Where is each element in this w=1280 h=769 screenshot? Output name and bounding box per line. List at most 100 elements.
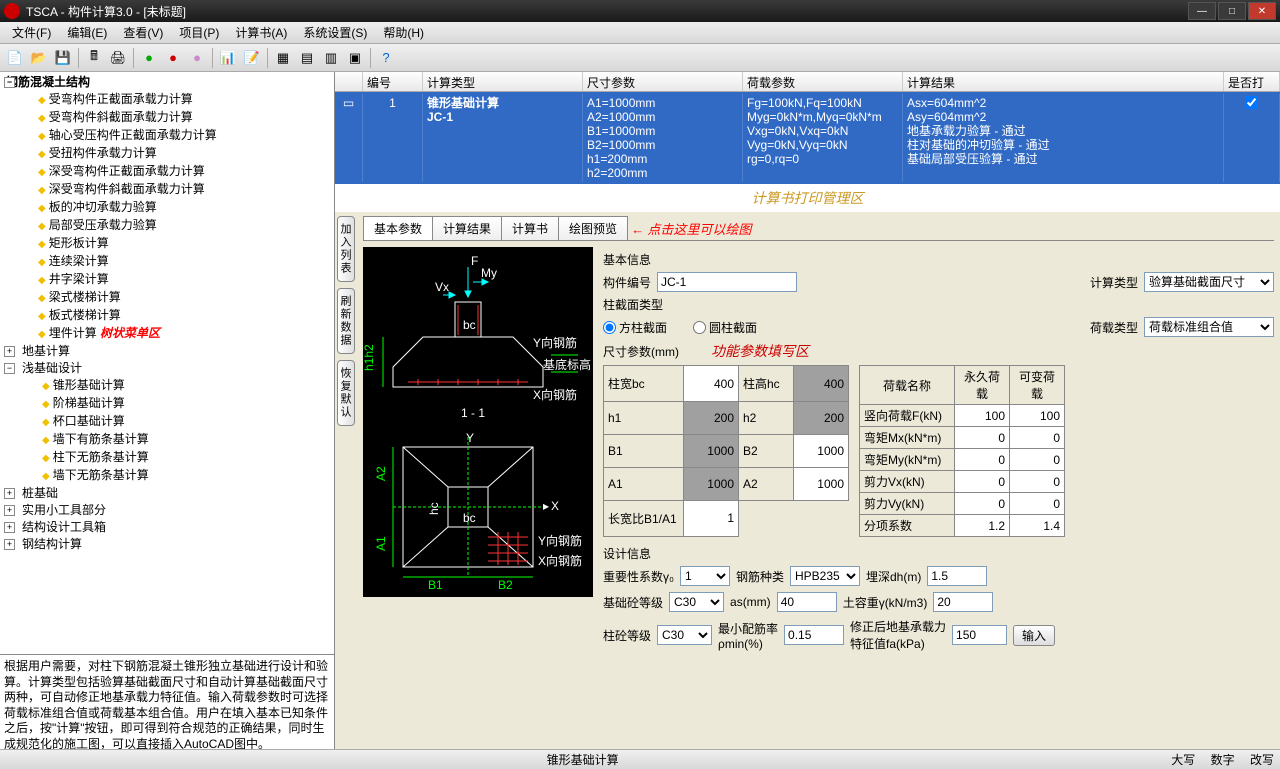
tb-excel[interactable]: 📊 <box>217 47 239 69</box>
tree-item[interactable]: 受弯构件斜截面承载力计算 <box>2 109 332 127</box>
menu-settings[interactable]: 系统设置(S) <box>295 22 375 43</box>
tree-item[interactable]: 梁式楼梯计算 <box>2 289 332 307</box>
row-print-check[interactable] <box>1245 96 1258 109</box>
found-conc-select[interactable]: C30 <box>669 592 724 612</box>
tb-print[interactable]: 🖨 <box>107 47 129 69</box>
size-params-title: 尺寸参数(mm) <box>603 343 679 360</box>
tree-group[interactable]: 地基计算 <box>2 343 332 360</box>
tree-group[interactable]: 浅基础设计 <box>2 360 332 377</box>
tree-item[interactable]: 受弯构件正截面承载力计算 <box>2 91 332 109</box>
menu-file[interactable]: 文件(F) <box>4 22 59 43</box>
minimize-button[interactable]: — <box>1188 2 1216 20</box>
tab-basic-params[interactable]: 基本参数 <box>363 216 433 240</box>
tb-pink[interactable]: ● <box>186 47 208 69</box>
diagram-preview: F My Vx bc h1h2 Y向钢筋 基底标高 X向钢筋 1 - 1 <box>363 247 593 597</box>
tree-item[interactable]: 深受弯构件斜截面承载力计算 <box>2 181 332 199</box>
svg-text:X向钢筋: X向钢筋 <box>538 553 582 568</box>
tree-item[interactable]: 矩形板计算 <box>2 235 332 253</box>
tree-item[interactable]: 埋件计算 树状菜单区 <box>2 325 332 343</box>
tree-item[interactable]: 柱下无筋条基计算 <box>2 449 332 467</box>
tb-layout2[interactable]: ▤ <box>296 47 318 69</box>
menu-project[interactable]: 项目(P) <box>171 22 227 43</box>
radio-round-col[interactable] <box>693 321 706 334</box>
tree-item[interactable]: 轴心受压构件正截面承载力计算 <box>2 127 332 145</box>
tb-layout1[interactable]: ▦ <box>272 47 294 69</box>
tab-calc-book[interactable]: 计算书 <box>501 216 559 240</box>
vbtn-add-to-list[interactable]: 加入列表 <box>337 216 355 282</box>
tree-group[interactable]: 桩基础 <box>2 485 332 502</box>
svg-text:B1: B1 <box>428 578 443 592</box>
menu-help[interactable]: 帮助(H) <box>375 22 432 43</box>
tree-item[interactable]: 连续梁计算 <box>2 253 332 271</box>
tree-item[interactable]: 墙下无筋条基计算 <box>2 467 332 485</box>
rebar-type-select[interactable]: HPB235 <box>790 566 860 586</box>
tree-item[interactable]: 井字梁计算 <box>2 271 332 289</box>
tree-group[interactable]: 结构设计工具箱 <box>2 519 332 536</box>
tb-red[interactable]: ● <box>162 47 184 69</box>
tree-item[interactable]: 杯口基础计算 <box>2 413 332 431</box>
tree-item[interactable]: 锥形基础计算 <box>2 377 332 395</box>
tb-layout4[interactable]: ▣ <box>344 47 366 69</box>
menu-edit[interactable]: 编辑(E) <box>59 22 115 43</box>
input-button[interactable]: 输入 <box>1013 625 1055 646</box>
tb-word[interactable]: 📝 <box>241 47 263 69</box>
svg-text:F: F <box>471 254 478 268</box>
load-type-label: 荷载类型 <box>1090 319 1138 336</box>
app-icon <box>4 3 20 19</box>
depth-input[interactable] <box>927 566 987 586</box>
tree-root-node[interactable]: 钢筋混凝土结构 <box>2 74 332 91</box>
close-button[interactable]: ✕ <box>1248 2 1276 20</box>
grid-row[interactable]: ▭ 1 锥形基础计算JC-1 A1=1000mmA2=1000mmB1=1000… <box>335 92 1280 184</box>
min-ratio-input[interactable] <box>784 625 844 645</box>
tb-open[interactable]: 📂 <box>28 47 50 69</box>
tree-item[interactable]: 局部受压承载力验算 <box>2 217 332 235</box>
gh-result: 计算结果 <box>903 72 1224 91</box>
tree-item[interactable]: 深受弯构件正截面承载力计算 <box>2 163 332 181</box>
design-info-title: 设计信息 <box>603 545 1274 562</box>
gamma0-select[interactable]: 1 <box>680 566 730 586</box>
svg-text:▸: ▸ <box>543 499 549 513</box>
tree-group[interactable]: 实用小工具部分 <box>2 502 332 519</box>
load-params-table[interactable]: 荷载名称永久荷载可变荷载竖向荷载F(kN)100100弯矩Mx(kN*m)00弯… <box>859 365 1065 537</box>
as-input[interactable] <box>777 592 837 612</box>
size-params-table[interactable]: 柱宽bc400柱高hc400h1200h2200B11000B21000A110… <box>603 365 849 537</box>
tree-item[interactable]: 墙下有筋条基计算 <box>2 431 332 449</box>
tb-save[interactable]: 💾 <box>52 47 74 69</box>
tree-item[interactable]: 板的冲切承载力验算 <box>2 199 332 217</box>
svg-text:X向钢筋: X向钢筋 <box>533 387 577 402</box>
status-center: 锥形基础计算 <box>6 751 1159 768</box>
maximize-button[interactable]: □ <box>1218 2 1246 20</box>
soil-weight-input[interactable] <box>933 592 993 612</box>
svg-text:bc: bc <box>463 318 476 332</box>
tree-panel[interactable]: 钢筋混凝土结构受弯构件正截面承载力计算受弯构件斜截面承载力计算轴心受压构件正截面… <box>0 72 334 654</box>
tree-item[interactable]: 板式楼梯计算 <box>2 307 332 325</box>
vbtn-refresh[interactable]: 刷新数据 <box>337 288 355 354</box>
menu-calcbook[interactable]: 计算书(A) <box>227 22 295 43</box>
tree-item[interactable]: 受扭构件承载力计算 <box>2 145 332 163</box>
tb-calc[interactable]: 🖩 <box>83 47 105 69</box>
tb-layout3[interactable]: ▥ <box>320 47 342 69</box>
load-type-select[interactable]: 荷载标准组合值 <box>1144 317 1274 337</box>
vbtn-restore-default[interactable]: 恢复默认 <box>337 360 355 426</box>
tb-help[interactable]: ? <box>375 47 397 69</box>
tb-new[interactable]: 📄 <box>4 47 26 69</box>
tree-item[interactable]: 阶梯基础计算 <box>2 395 332 413</box>
row-idx: 1 <box>363 94 423 182</box>
tab-calc-result[interactable]: 计算结果 <box>432 216 502 240</box>
menu-view[interactable]: 查看(V) <box>115 22 171 43</box>
svg-text:Y向钢筋: Y向钢筋 <box>533 335 577 350</box>
calc-type-select[interactable]: 验算基础截面尺寸 <box>1144 272 1274 292</box>
tree-group[interactable]: 钢结构计算 <box>2 536 332 553</box>
status-num: 数字 <box>1211 753 1235 767</box>
tab-drawing-preview[interactable]: 绘图预览 <box>558 216 628 240</box>
col-conc-select[interactable]: C30 <box>657 625 712 645</box>
grid-annotation: 计算书打印管理区 <box>335 184 1280 212</box>
tab-bar: 基本参数 计算结果 计算书 绘图预览 ← 点击这里可以绘图 <box>363 216 1274 241</box>
fa-input[interactable] <box>952 625 1007 645</box>
member-no-input[interactable] <box>657 272 797 292</box>
svg-text:基底标高: 基底标高 <box>543 357 591 372</box>
tb-green[interactable]: ● <box>138 47 160 69</box>
svg-text:A1: A1 <box>374 536 388 551</box>
svg-text:1 - 1: 1 - 1 <box>461 406 485 420</box>
radio-square-col[interactable] <box>603 321 616 334</box>
